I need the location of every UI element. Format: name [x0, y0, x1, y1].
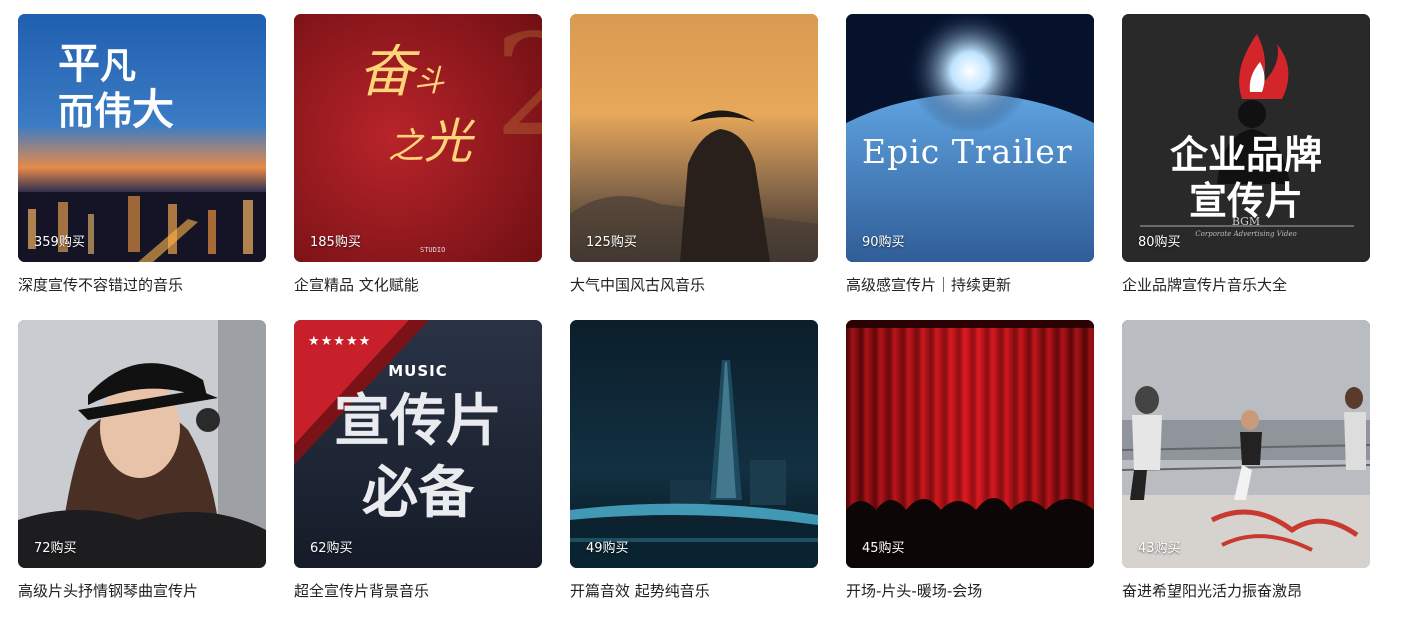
playlist-cover[interactable]: 72购买 [18, 320, 266, 568]
runners-seaside-image [1122, 320, 1370, 568]
playlist-cover[interactable]: 企业品牌 宣传片 BGM Corporate Advertising Video… [1122, 14, 1370, 262]
city-skyline-night-image [570, 320, 818, 568]
playlist-cover[interactable]: 49购买 [570, 320, 818, 568]
playlist-title[interactable]: 高级片头抒情钢琴曲宣传片 [18, 582, 266, 600]
playlist-cover[interactable]: 125购买 [570, 14, 818, 262]
cover-art-subtitle: BGM [1231, 215, 1261, 228]
playlist-title[interactable]: 超全宣传片背景音乐 [294, 582, 542, 600]
cover-art-text: 宣传片 必备 [334, 389, 502, 526]
mountain-sunset-image [570, 14, 818, 262]
purchase-count: 185购买 [310, 235, 361, 250]
svg-text:2: 2 [494, 14, 542, 168]
playlist-cover[interactable]: 2 奋斗 之光 STUDIO 185购买 [294, 14, 542, 262]
cover-art-text: Epic Trailer [862, 132, 1073, 171]
purchase-count: 125购买 [586, 235, 637, 250]
playlist-title[interactable]: 奋进希望阳光活力振奋激昂 [1122, 582, 1370, 600]
purchase-count: 72购买 [34, 541, 77, 556]
playlist-card[interactable]: Epic Trailer 90购买 高级感宣传片｜持续更新 [846, 14, 1094, 294]
playlist-title[interactable]: 高级感宣传片｜持续更新 [846, 276, 1094, 294]
purchase-count: 62购买 [310, 541, 353, 556]
rating-stars: ★★★★★ [308, 334, 372, 349]
purchase-count: 43购买 [1138, 541, 1181, 556]
cover-art-text: 企业品牌 宣传片 [1169, 133, 1322, 223]
playlist-card[interactable]: 43购买 奋进希望阳光活力振奋激昂 [1122, 320, 1370, 600]
playlist-card[interactable]: ★★★★★ MUSIC 宣传片 必备 62购买 超全宣传片背景音乐 [294, 320, 542, 600]
purchase-count: 90购买 [862, 235, 905, 250]
playlist-card[interactable]: 企业品牌 宣传片 BGM Corporate Advertising Video… [1122, 14, 1370, 294]
playlist-card[interactable]: 平凡 而伟大 359购买 深度宣传不容错过的音乐 [18, 14, 266, 294]
playlist-row: 平凡 而伟大 359购买 深度宣传不容错过的音乐 2 奋斗 之光 STUDIO … [18, 14, 1398, 294]
music-badge: MUSIC [388, 362, 448, 380]
playlist-title[interactable]: 开场-片头-暖场-会场 [846, 582, 1094, 600]
playlist-card[interactable]: 72购买 高级片头抒情钢琴曲宣传片 [18, 320, 266, 600]
studio-logo: STUDIO [420, 246, 446, 254]
playlist-card[interactable]: 2 奋斗 之光 STUDIO 185购买 企宣精品 文化赋能 [294, 14, 542, 294]
cover-art-text: 奋斗 之光 [358, 40, 473, 171]
playlist-card[interactable]: 45购买 开场-片头-暖场-会场 [846, 320, 1094, 600]
playlist-card[interactable]: 125购买 大气中国风古风音乐 [570, 14, 818, 294]
red-curtain-stage-image [846, 320, 1094, 568]
purchase-count: 45购买 [862, 541, 905, 556]
playlist-title[interactable]: 企宣精品 文化赋能 [294, 276, 542, 294]
playlist-cover[interactable]: 43购买 [1122, 320, 1370, 568]
playlist-title[interactable]: 大气中国风古风音乐 [570, 276, 818, 294]
playlist-cover[interactable]: Epic Trailer 90购买 [846, 14, 1094, 262]
purchase-count: 80购买 [1138, 235, 1181, 250]
playlist-cover[interactable]: 平凡 而伟大 359购买 [18, 14, 266, 262]
playlist-title[interactable]: 企业品牌宣传片音乐大全 [1122, 276, 1370, 294]
purchase-count: 359购买 [34, 235, 85, 250]
playlist-title[interactable]: 深度宣传不容错过的音乐 [18, 276, 266, 294]
playlist-row: 72购买 高级片头抒情钢琴曲宣传片 ★★★★★ MUSIC 宣传片 必备 62购… [18, 320, 1398, 600]
playlist-cover[interactable]: 45购买 [846, 320, 1094, 568]
playlist-cover[interactable]: ★★★★★ MUSIC 宣传片 必备 62购买 [294, 320, 542, 568]
cover-art-text: 平凡 而伟大 [58, 39, 175, 134]
playlist-card[interactable]: 49购买 开篇音效 起势纯音乐 [570, 320, 818, 600]
playlist-grid: 平凡 而伟大 359购买 深度宣传不容错过的音乐 2 奋斗 之光 STUDIO … [18, 14, 1398, 600]
woman-headphones-image [18, 320, 266, 568]
purchase-count: 49购买 [586, 541, 629, 556]
playlist-title[interactable]: 开篇音效 起势纯音乐 [570, 582, 818, 600]
